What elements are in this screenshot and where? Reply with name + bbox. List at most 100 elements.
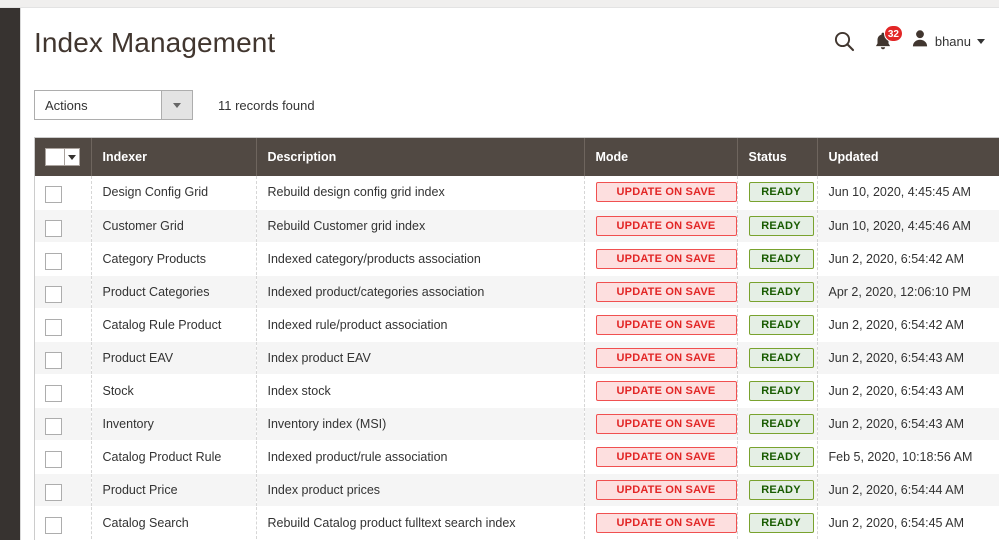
cell-description: Indexed product/rule association [256,440,584,473]
cell-status: READY [737,407,817,440]
table-row[interactable]: Customer GridRebuild Customer grid index… [35,209,999,242]
column-header-mode[interactable]: Mode [584,138,737,176]
row-checkbox[interactable] [45,385,62,402]
column-header-select-all[interactable] [35,138,91,176]
cell-mode: UPDATE ON SAVE [584,308,737,341]
table-row[interactable]: Product EAVIndex product EAVUPDATE ON SA… [35,341,999,374]
cell-description: Indexed rule/product association [256,308,584,341]
row-checkbox-cell[interactable] [35,374,91,407]
cell-indexer: Category Products [91,242,256,275]
row-checkbox[interactable] [45,484,62,501]
row-checkbox-cell[interactable] [35,275,91,308]
cell-status: READY [737,308,817,341]
table-row[interactable]: Catalog Rule ProductIndexed rule/product… [35,308,999,341]
table-row[interactable]: Catalog SearchRebuild Catalog product fu… [35,506,999,539]
row-checkbox-cell[interactable] [35,242,91,275]
cell-updated: Jun 2, 2020, 6:54:42 AM [817,308,999,341]
status-badge: READY [749,348,814,368]
mode-badge: UPDATE ON SAVE [596,414,737,434]
page-title: Index Management [34,27,275,59]
row-checkbox-cell[interactable] [35,506,91,539]
cell-status: READY [737,341,817,374]
column-header-indexer[interactable]: Indexer [91,138,256,176]
row-checkbox[interactable] [45,319,62,336]
row-checkbox[interactable] [45,186,62,203]
cell-updated: Jun 10, 2020, 4:45:46 AM [817,209,999,242]
cell-status: READY [737,473,817,506]
index-management-page: Index Management 32 [0,0,999,540]
cell-updated: Jun 2, 2020, 6:54:45 AM [817,506,999,539]
table-row[interactable]: Catalog Product RuleIndexed product/rule… [35,440,999,473]
row-checkbox-cell[interactable] [35,308,91,341]
admin-sidebar-rail[interactable] [0,8,20,540]
mode-badge: UPDATE ON SAVE [596,348,737,368]
status-badge: READY [749,315,814,335]
chevron-down-icon[interactable] [64,148,80,166]
user-menu[interactable]: bhanu [911,29,985,53]
row-checkbox[interactable] [45,418,62,435]
page-content: Index Management 32 [26,9,999,540]
search-icon[interactable] [833,30,855,52]
table-row[interactable]: Design Config GridRebuild design config … [35,176,999,209]
table-row[interactable]: Category ProductsIndexed category/produc… [35,242,999,275]
cell-description: Rebuild Catalog product fulltext search … [256,506,584,539]
status-badge: READY [749,414,814,434]
status-badge: READY [749,513,814,533]
table-row[interactable]: Product CategoriesIndexed product/catego… [35,275,999,308]
cell-description: Index stock [256,374,584,407]
user-name-label: bhanu [935,34,971,49]
mode-badge: UPDATE ON SAVE [596,249,737,269]
table-row[interactable]: InventoryInventory index (MSI)UPDATE ON … [35,407,999,440]
mode-badge: UPDATE ON SAVE [596,381,737,401]
cell-status: READY [737,440,817,473]
row-checkbox-cell[interactable] [35,341,91,374]
page-header: Index Management 32 [26,9,999,81]
cell-mode: UPDATE ON SAVE [584,440,737,473]
select-all-checkbox[interactable] [45,148,80,166]
row-checkbox[interactable] [45,286,62,303]
actions-dropdown[interactable]: Actions [34,90,193,120]
column-header-updated[interactable]: Updated [817,138,999,176]
select-all-box[interactable] [45,148,64,166]
mode-badge: UPDATE ON SAVE [596,282,737,302]
row-checkbox-cell[interactable] [35,473,91,506]
column-header-status[interactable]: Status [737,138,817,176]
indexer-grid: Indexer Description Mode Status Updated … [34,137,999,540]
cell-description: Index product prices [256,473,584,506]
cell-updated: Apr 2, 2020, 12:06:10 PM [817,275,999,308]
column-header-description[interactable]: Description [256,138,584,176]
cell-mode: UPDATE ON SAVE [584,374,737,407]
actions-dropdown-label: Actions [35,98,88,113]
cell-indexer: Stock [91,374,256,407]
table-row[interactable]: StockIndex stockUPDATE ON SAVEREADYJun 2… [35,374,999,407]
cell-mode: UPDATE ON SAVE [584,242,737,275]
row-checkbox-cell[interactable] [35,209,91,242]
cell-mode: UPDATE ON SAVE [584,275,737,308]
row-checkbox-cell[interactable] [35,440,91,473]
cell-indexer: Product EAV [91,341,256,374]
table-row[interactable]: Product PriceIndex product prices UPDATE … [35,473,999,506]
status-badge: READY [749,182,814,202]
row-checkbox[interactable] [45,352,62,369]
cell-indexer: Product Price [91,473,256,506]
cell-mode: UPDATE ON SAVE [584,407,737,440]
row-checkbox[interactable] [45,451,62,468]
row-checkbox[interactable] [45,220,62,237]
cell-description: Indexed category/products association [256,242,584,275]
row-checkbox[interactable] [45,253,62,270]
grid-header-row: Indexer Description Mode Status Updated [35,138,999,176]
mode-badge: UPDATE ON SAVE [596,480,737,500]
mode-badge: UPDATE ON SAVE [596,216,737,236]
row-checkbox[interactable] [45,517,62,534]
cell-indexer: Customer Grid [91,209,256,242]
cell-updated: Jun 2, 2020, 6:54:43 AM [817,341,999,374]
row-checkbox-cell[interactable] [35,407,91,440]
notification-count-badge: 32 [884,25,903,42]
notifications-bell-icon[interactable]: 32 [873,31,893,52]
cell-indexer: Catalog Rule Product [91,308,256,341]
row-checkbox-cell[interactable] [35,176,91,209]
status-badge: READY [749,282,814,302]
cell-mode: UPDATE ON SAVE [584,176,737,209]
cell-status: READY [737,209,817,242]
cell-updated: Feb 5, 2020, 10:18:56 AM [817,440,999,473]
